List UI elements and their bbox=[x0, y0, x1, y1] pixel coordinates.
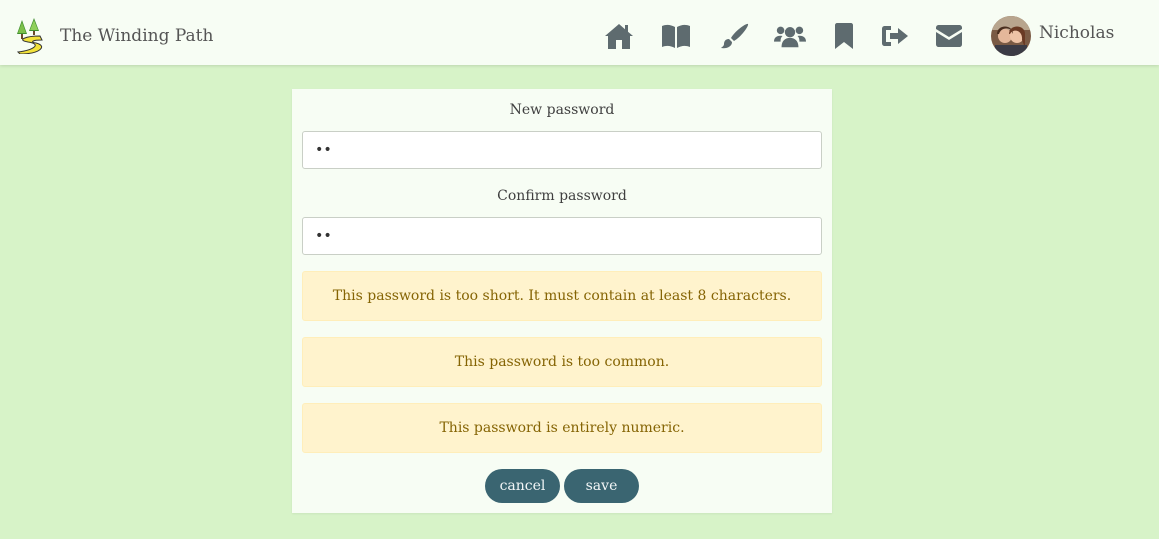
book-icon[interactable] bbox=[660, 20, 692, 52]
save-button[interactable]: save bbox=[564, 469, 639, 503]
avatar bbox=[991, 16, 1031, 56]
envelope-icon[interactable] bbox=[933, 20, 965, 52]
brand-name: The Winding Path bbox=[60, 26, 214, 46]
brand-link[interactable]: The Winding Path bbox=[12, 18, 213, 54]
new-password-label: New password bbox=[509, 102, 615, 118]
new-password-input[interactable] bbox=[302, 131, 822, 169]
cancel-button[interactable]: cancel bbox=[485, 469, 560, 503]
winding-path-logo bbox=[16, 18, 43, 54]
password-error-alert: This password is too short. It must cont… bbox=[302, 271, 822, 321]
confirm-password-input[interactable] bbox=[302, 217, 822, 255]
home-icon[interactable] bbox=[603, 20, 635, 52]
user-name: Nicholas bbox=[1039, 23, 1115, 43]
paintbrush-icon[interactable] bbox=[719, 20, 751, 52]
users-icon[interactable] bbox=[774, 20, 806, 52]
navbar: The Winding Path Nicholas bbox=[0, 0, 1159, 65]
confirm-password-label: Confirm password bbox=[497, 188, 627, 204]
sign-out-icon[interactable] bbox=[879, 20, 911, 52]
change-password-form: New password Confirm password This passw… bbox=[292, 89, 832, 513]
password-error-alert: This password is entirely numeric. bbox=[302, 403, 822, 453]
bookmark-icon[interactable] bbox=[828, 20, 860, 52]
password-error-alert: This password is too common. bbox=[302, 337, 822, 387]
user-menu[interactable]: Nicholas bbox=[991, 16, 1114, 56]
